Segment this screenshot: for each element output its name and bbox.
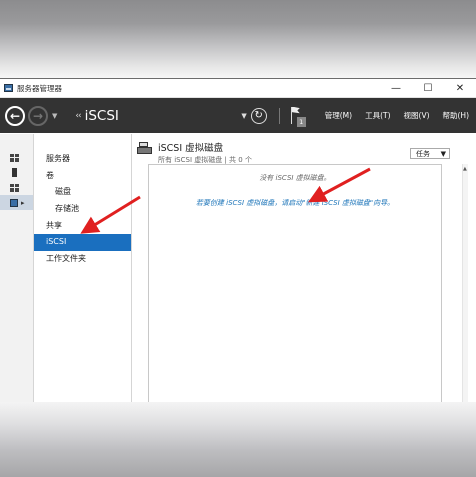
nav-item-work-folders[interactable]: 工作文件夹 <box>34 251 131 268</box>
panel-title: iSCSI 虚拟磁盘 <box>158 143 224 154</box>
tasks-dropdown[interactable]: 任务 ▼ <box>410 148 450 159</box>
forward-arrow-icon[interactable]: → <box>28 105 48 126</box>
file-storage-icon[interactable]: ▸ <box>0 195 33 210</box>
dashboard-icon[interactable] <box>0 150 33 165</box>
minimize-button[interactable]: — <box>380 79 412 98</box>
history-dropdown-icon[interactable]: ▼ <box>52 112 57 120</box>
vertical-scrollbar[interactable]: ▲ <box>462 164 468 403</box>
refresh-icon[interactable]: ↻ <box>250 107 267 124</box>
storage-nav: 服务器 卷 磁盘 存储池 共享 iSCSI 工作文件夹 <box>34 134 132 403</box>
menu-help[interactable]: 帮助(H) <box>443 110 470 121</box>
nav-item-disks[interactable]: 磁盘 <box>34 184 131 201</box>
virtual-disk-list: 没有 iSCSI 虚拟磁盘。 若要创建 iSCSI 虚拟磁盘，请启动"新建 iS… <box>148 164 442 403</box>
local-server-icon[interactable] <box>0 165 33 180</box>
tasks-label: 任务 <box>416 149 430 158</box>
all-servers-icon[interactable] <box>0 180 33 195</box>
notifications-flag-icon[interactable]: 1 <box>288 105 308 127</box>
server-manager-icon <box>4 84 13 92</box>
expand-arrow-icon: ▸ <box>21 198 25 207</box>
menu-manage[interactable]: 管理(M) <box>325 110 352 121</box>
empty-message: 没有 iSCSI 虚拟磁盘。 <box>259 174 331 182</box>
title-bar: 服务器管理器 — ☐ ✕ <box>0 79 476 98</box>
window-title: 服务器管理器 <box>17 83 62 93</box>
back-arrow-icon[interactable]: ← <box>5 105 25 126</box>
photo-background-top <box>0 0 476 78</box>
maximize-button[interactable]: ☐ <box>412 79 444 98</box>
toolbar: ← → ▼ ‹‹ iSCSI ▼ ↻ 1 管理(M) 工具(T) 视图(V) 帮… <box>0 98 476 133</box>
breadcrumb: iSCSI <box>84 107 119 124</box>
nav-item-storage-pools[interactable]: 存储池 <box>34 201 131 218</box>
nav-item-iscsi[interactable]: iSCSI <box>34 234 131 252</box>
menu-view[interactable]: 视图(V) <box>404 110 430 121</box>
server-manager-window: 服务器管理器 — ☐ ✕ ← → ▼ ‹‹ iSCSI ▼ ↻ 1 管理(M) … <box>0 78 476 403</box>
nav-item-servers[interactable]: 服务器 <box>34 151 131 168</box>
notification-count-badge: 1 <box>296 116 306 127</box>
nav-item-shares[interactable]: 共享 <box>34 218 131 235</box>
iscsi-panel: iSCSI 虚拟磁盘 所有 iSCSI 虚拟磁盘 | 共 0 个 任务 ▼ 没有… <box>132 134 476 403</box>
photo-background-bottom <box>0 402 476 477</box>
new-virtual-disk-wizard-link[interactable]: 若要创建 iSCSI 虚拟磁盘，请启动"新建 iSCSI 虚拟磁盘"向导。 <box>149 198 441 208</box>
icon-sidebar: ▸ <box>0 134 34 403</box>
close-button[interactable]: ✕ <box>444 79 476 98</box>
content-area: ▸ 服务器 卷 磁盘 存储池 共享 iSCSI 工作文件夹 iSCSI 虚拟磁盘… <box>0 134 476 403</box>
refresh-dropdown-icon[interactable]: ▼ <box>241 112 246 120</box>
nav-item-volumes[interactable]: 卷 <box>34 168 131 185</box>
virtual-disk-icon <box>137 142 152 154</box>
toolbar-divider <box>278 107 280 124</box>
menu-tools[interactable]: 工具(T) <box>365 110 390 121</box>
breadcrumb-separator: ‹‹ <box>75 110 81 121</box>
chevron-down-icon: ▼ <box>440 149 446 158</box>
scroll-up-icon[interactable]: ▲ <box>463 166 467 172</box>
